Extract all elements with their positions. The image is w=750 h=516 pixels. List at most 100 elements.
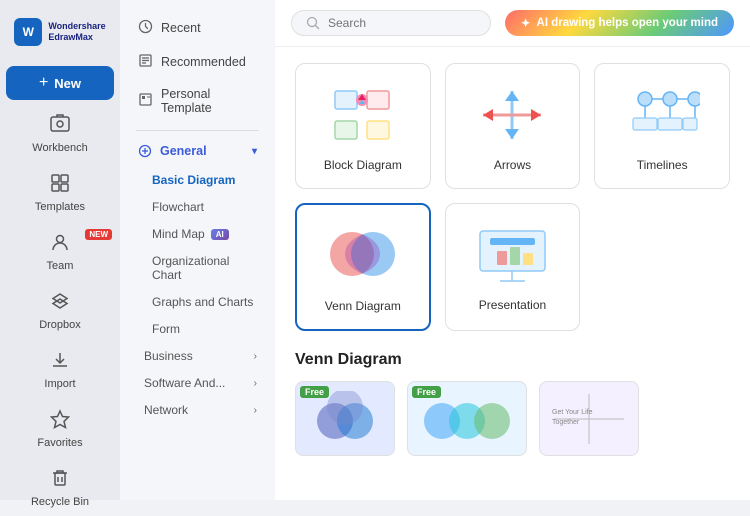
sub-mindmap[interactable]: Mind Map AI — [128, 221, 267, 247]
search-input[interactable] — [328, 16, 468, 30]
ai-banner-text: AI drawing helps open your mind — [537, 17, 718, 29]
nav-recommended[interactable]: Recommended — [128, 46, 267, 78]
venn-diagram-label: Venn Diagram — [325, 299, 401, 313]
mindmap-label: Mind Map — [152, 227, 205, 241]
recent-icon — [138, 19, 153, 37]
block-diagram-icon — [323, 80, 403, 150]
svg-text:Get Your Life: Get Your Life — [552, 409, 593, 416]
favorites-icon — [49, 408, 71, 435]
personal-template-label: Personal Template — [161, 87, 257, 115]
ai-badge: AI — [211, 229, 229, 240]
plus-icon: + — [39, 74, 48, 92]
general-chevron: ▾ — [252, 146, 257, 157]
templates-row: Free Free — [295, 381, 730, 456]
templates-icon — [49, 172, 71, 199]
logo-icon: W — [14, 18, 42, 46]
network-arrow: › — [254, 405, 257, 416]
card-venn-diagram[interactable]: Venn Diagram — [295, 203, 431, 331]
workbench-label: Workbench — [32, 142, 87, 154]
svg-text:Together: Together — [552, 419, 580, 426]
main-content: ✦ AI drawing helps open your mind — [275, 0, 750, 500]
card-presentation[interactable]: Presentation — [445, 203, 581, 331]
template-2-preview — [412, 391, 522, 446]
team-new-badge: NEW — [85, 229, 112, 240]
card-arrows[interactable]: Arrows — [445, 63, 581, 189]
team-label: Team — [47, 260, 74, 272]
sidebar: W WondershareEdrawMax + New Workbench Te… — [0, 0, 120, 500]
sidebar-item-dropbox[interactable]: Dropbox — [0, 282, 120, 339]
timelines-icon — [622, 80, 702, 150]
templates-label: Templates — [35, 201, 85, 213]
dropbox-label: Dropbox — [39, 319, 81, 331]
template-card-2[interactable]: Free — [407, 381, 527, 456]
software-label: Software And... — [144, 376, 225, 390]
sub-graphs[interactable]: Graphs and Charts — [128, 289, 267, 315]
top-bar: ✦ AI drawing helps open your mind — [275, 0, 750, 47]
sidebar-item-import[interactable]: Import — [0, 341, 120, 398]
flowchart-label: Flowchart — [152, 200, 204, 214]
venn-section: Venn Diagram Free Free — [295, 351, 730, 456]
sidebar-item-templates[interactable]: Templates — [0, 164, 120, 221]
template-card-3[interactable]: Get Your Life Together — [539, 381, 639, 456]
category-business[interactable]: Business › — [128, 343, 267, 369]
diagram-grid: Block Diagram Arrows — [295, 63, 730, 331]
category-network[interactable]: Network › — [128, 397, 267, 423]
mindmap-row: Mind Map AI — [152, 227, 257, 241]
category-general[interactable]: General ▾ — [128, 137, 267, 165]
divider — [136, 130, 259, 131]
free-badge-2: Free — [412, 386, 441, 398]
section-title: Venn Diagram — [295, 351, 730, 369]
dropbox-icon — [49, 290, 71, 317]
logo: W WondershareEdrawMax — [4, 10, 115, 54]
nav-personal-template[interactable]: Personal Template — [128, 80, 267, 122]
workbench-icon — [49, 113, 71, 140]
sub-org-chart[interactable]: Organizational Chart — [128, 248, 267, 288]
ai-banner: ✦ AI drawing helps open your mind — [505, 10, 734, 36]
business-arrow: › — [254, 351, 257, 362]
recycle-icon — [49, 467, 71, 494]
template-card-1[interactable]: Free — [295, 381, 395, 456]
middle-nav: Recent Recommended Personal Template Gen… — [120, 0, 275, 500]
import-icon — [49, 349, 71, 376]
presentation-icon — [472, 220, 552, 290]
free-badge-1: Free — [300, 386, 329, 398]
import-label: Import — [44, 378, 75, 390]
sub-basic-diagram[interactable]: Basic Diagram — [128, 167, 267, 193]
recycle-label: Recycle Bin — [31, 496, 89, 508]
new-label: New — [54, 76, 81, 91]
category-software[interactable]: Software And... › — [128, 370, 267, 396]
favorites-label: Favorites — [37, 437, 82, 449]
presentation-label: Presentation — [479, 298, 546, 312]
general-label: General — [160, 144, 207, 158]
form-label: Form — [152, 322, 180, 336]
nav-recent[interactable]: Recent — [128, 12, 267, 44]
timelines-label: Timelines — [637, 158, 688, 172]
sub-flowchart[interactable]: Flowchart — [128, 194, 267, 220]
card-block-diagram[interactable]: Block Diagram — [295, 63, 431, 189]
team-icon — [49, 231, 71, 258]
logo-text: WondershareEdrawMax — [48, 21, 105, 43]
sidebar-item-team[interactable]: Team NEW — [0, 223, 120, 280]
org-chart-label: Organizational Chart — [152, 254, 229, 282]
sidebar-item-favorites[interactable]: Favorites — [0, 400, 120, 457]
recent-label: Recent — [161, 21, 201, 35]
ai-star-icon: ✦ — [521, 16, 531, 30]
software-arrow: › — [254, 378, 257, 389]
recommended-label: Recommended — [161, 55, 246, 69]
network-label: Network — [144, 403, 188, 417]
sub-form[interactable]: Form — [128, 316, 267, 342]
personal-template-icon — [138, 92, 153, 110]
business-label: Business — [144, 349, 193, 363]
sidebar-item-workbench[interactable]: Workbench — [0, 105, 120, 162]
new-button[interactable]: + New — [6, 66, 114, 100]
search-box[interactable] — [291, 10, 491, 36]
basic-diagram-label: Basic Diagram — [152, 173, 235, 187]
template-3-preview: Get Your Life Together — [544, 389, 634, 449]
sidebar-item-recycle[interactable]: Recycle Bin — [0, 459, 120, 516]
venn-diagram-icon — [323, 221, 403, 291]
card-timelines[interactable]: Timelines — [594, 63, 730, 189]
arrows-icon — [472, 80, 552, 150]
content-area: Block Diagram Arrows — [275, 47, 750, 500]
block-diagram-label: Block Diagram — [324, 158, 402, 172]
general-icon — [138, 144, 152, 158]
